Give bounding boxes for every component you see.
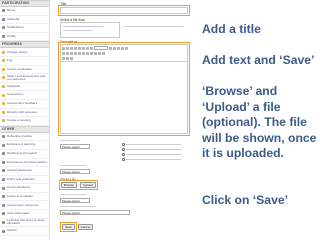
folder-icon	[2, 85, 5, 89]
sidebar-item-forms[interactable]: Forms & templates	[0, 193, 49, 202]
instruction-step-3: ‘Browse’ and ‘Upload’ a file (optional).…	[202, 84, 317, 160]
folder-icon	[2, 119, 5, 123]
radio-icon	[122, 158, 125, 161]
document-icon	[2, 135, 5, 139]
sidebar-item-course-evaluation[interactable]: Course evaluation	[0, 66, 49, 75]
folder-icon	[2, 50, 5, 54]
radio-option-4[interactable]	[122, 158, 181, 161]
folder-icon	[2, 67, 5, 71]
list-entry	[63, 26, 103, 27]
instruction-step-4: Click on ‘Save’	[202, 193, 289, 207]
sidebar-item-assessment-feedback[interactable]: Assessment feedback	[0, 100, 49, 109]
sidebar-section-participation: PARTICIPATION	[0, 0, 49, 7]
sidebar-item-learning-outcomes[interactable]: Learning outcomes & study allocation	[0, 219, 49, 228]
radio-icon	[122, 143, 125, 146]
document-icon	[2, 203, 5, 207]
save-highlight	[60, 222, 77, 232]
sidebar-item-assessment-outcomes[interactable]: Assessment outcomes	[0, 201, 49, 211]
sidebar-item-skills[interactable]: Skills / self-assessment and competences	[0, 74, 49, 83]
radio-option-3[interactable]	[122, 153, 181, 156]
folder-icon	[2, 76, 5, 80]
document-icon	[2, 177, 5, 181]
home-icon	[2, 9, 5, 13]
entry-form: Title Select a file from Description Ple…	[52, 0, 195, 240]
upload-highlight	[59, 180, 98, 190]
sidebar-item-notifications[interactable]: Notifications	[0, 24, 49, 33]
radio-option-text	[125, 153, 181, 155]
user-icon	[2, 35, 5, 39]
radio-icon	[122, 148, 125, 151]
option-label	[60, 194, 86, 195]
option-label	[60, 140, 80, 141]
hint-text	[124, 26, 184, 27]
calendar-icon	[2, 17, 5, 21]
document-icon	[2, 220, 5, 224]
sidebar-item-calendar[interactable]: Calendar	[0, 16, 49, 25]
radio-option-text	[125, 148, 181, 150]
sidebar-item-reflective-practice[interactable]: Reflective practice	[0, 133, 49, 142]
document-icon	[2, 143, 5, 147]
document-icon	[2, 152, 5, 156]
folder-icon	[2, 93, 5, 97]
radio-option-1[interactable]	[122, 143, 181, 146]
sidebar-item-experience[interactable]: Experience and observations	[0, 159, 49, 168]
radio-option-text	[125, 158, 181, 160]
cancel-button[interactable]: Cancel	[78, 224, 93, 230]
instruction-step-2: Add text and ‘Save’	[202, 53, 315, 67]
document-icon	[2, 186, 5, 190]
search-icon	[2, 229, 5, 233]
sidebar-item-profile[interactable]: Profile	[0, 33, 49, 42]
sidebar-section-other: OTHER	[0, 125, 49, 133]
sidebar-item-clinical[interactable]: Clinical placement	[0, 167, 49, 176]
sidebar-item-policy[interactable]: Policy and guidance	[0, 176, 49, 185]
option-select-3[interactable]: Please select	[60, 198, 90, 203]
document-icon	[2, 212, 5, 216]
sidebar-item-user-information[interactable]: User information	[0, 210, 49, 219]
folder-icon	[2, 110, 5, 114]
sidebar-item-communications[interactable]: Communications	[0, 184, 49, 193]
folder-icon	[2, 102, 5, 106]
sidebar-item-evidence[interactable]: Evidence of learning	[0, 141, 49, 150]
document-icon	[2, 169, 5, 173]
list-entry	[63, 30, 93, 31]
option-select-1[interactable]: Please select	[60, 144, 90, 149]
radio-icon	[122, 153, 125, 156]
sidebar-item-create-meeting[interactable]: Create a meeting	[0, 117, 49, 126]
folder-icon	[2, 59, 5, 63]
bell-icon	[2, 26, 5, 30]
sidebar-item-home[interactable]: Home	[0, 7, 49, 16]
sidebar: PARTICIPATION Home Calendar Notification…	[0, 0, 50, 240]
sidebar-item-search[interactable]: Search	[0, 227, 49, 236]
sidebar-item-reading[interactable]: Reading and research	[0, 150, 49, 159]
instructions-panel: Add a title Add text and ‘Save’ ‘Browse’…	[202, 0, 320, 240]
radio-option-2[interactable]	[122, 148, 181, 151]
option-select-4[interactable]: Please select	[60, 210, 130, 215]
description-highlight	[58, 42, 190, 136]
file-list-box[interactable]	[60, 22, 120, 38]
radio-option-text	[125, 143, 181, 145]
document-icon	[2, 195, 5, 199]
option-select-2[interactable]: Please select	[60, 169, 90, 174]
instruction-step-1: Add a title	[202, 22, 261, 36]
document-icon	[2, 160, 5, 164]
sidebar-item-reports[interactable]: Reports with assessor	[0, 109, 49, 118]
sidebar-item-appraisal[interactable]: Appraisal	[0, 83, 49, 92]
sidebar-item-change-history[interactable]: Change history	[0, 48, 49, 57]
option-label	[60, 206, 96, 207]
sidebar-section-progress: PROGRESS	[0, 41, 49, 49]
title-highlight	[58, 5, 190, 16]
sidebar-item-supervisors[interactable]: Supervisors	[0, 91, 49, 100]
option-label	[60, 165, 86, 166]
sidebar-item-log[interactable]: Log	[0, 57, 49, 66]
